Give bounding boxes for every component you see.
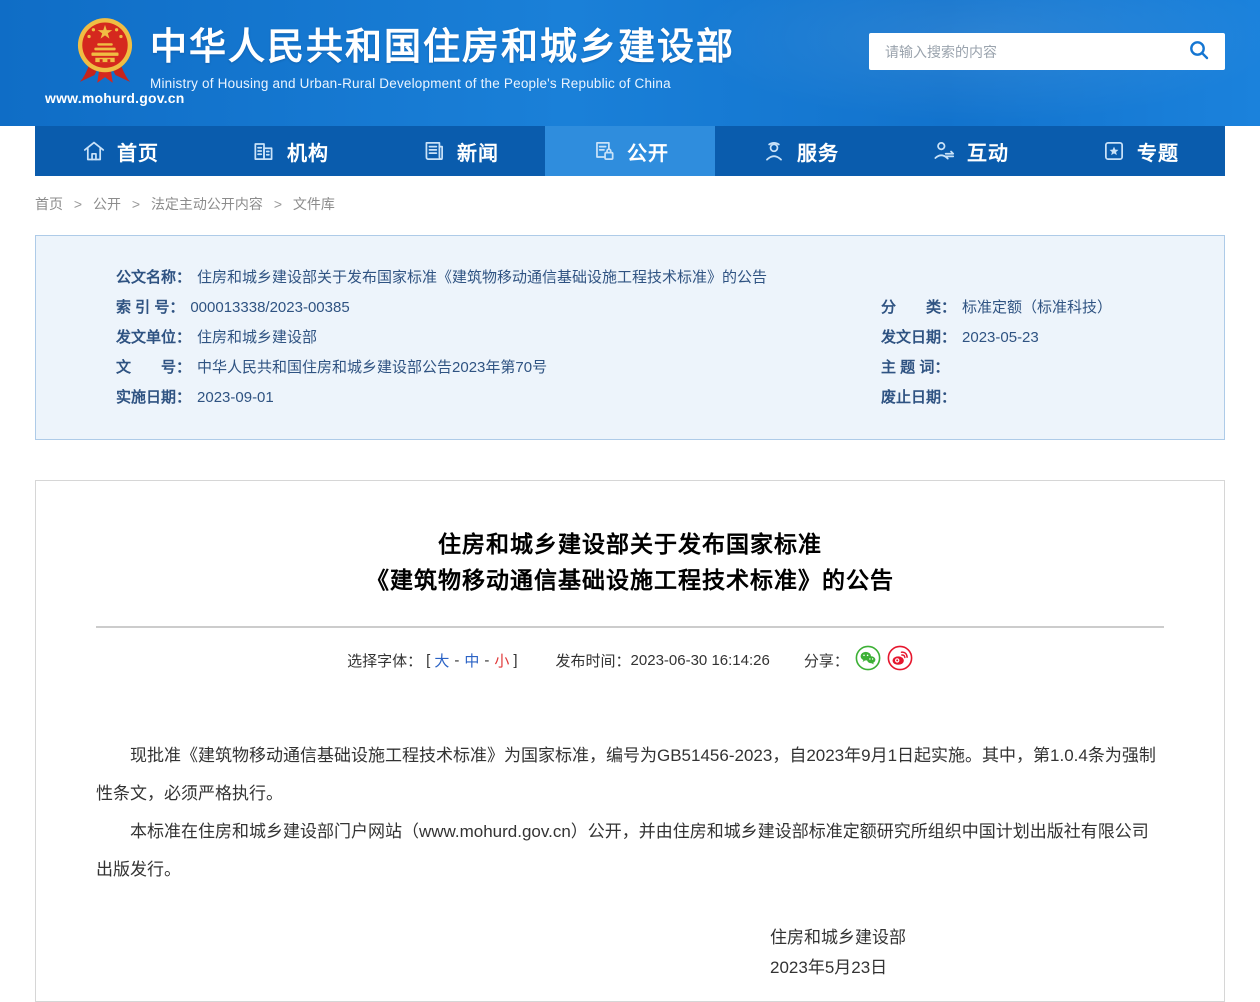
title-divider xyxy=(96,626,1164,628)
font-size-small-link[interactable]: 小 xyxy=(494,650,509,671)
nav-item-label: 新闻 xyxy=(457,137,499,166)
publish-time-label: 发布时间： xyxy=(556,650,631,671)
nav-item-label: 首页 xyxy=(117,137,159,166)
meta-row-issuing-unit: 发文单位： 住房和城乡建设部 xyxy=(116,323,881,353)
meta-value: 住房和城乡建设部关于发布国家标准《建筑物移动通信基础设施工程技术标准》的公告 xyxy=(197,269,767,286)
meta-row-subject-words: 主 题 词： xyxy=(881,353,1204,383)
home-icon xyxy=(81,138,107,164)
meta-label: 索 引 号： xyxy=(116,299,184,316)
logo-block: www.mohurd.gov.cn xyxy=(45,15,165,106)
search-button[interactable] xyxy=(1185,36,1213,67)
meta-label: 主 题 词： xyxy=(881,359,949,376)
breadcrumb-separator: > xyxy=(74,196,82,212)
article-panel: 住房和城乡建设部关于发布国家标准 《建筑物移动通信基础设施工程技术标准》的公告 … xyxy=(35,480,1225,1002)
breadcrumb-separator: > xyxy=(274,196,282,212)
nav-item-interaction[interactable]: 互动 xyxy=(885,126,1055,176)
breadcrumb-disclosure[interactable]: 公开 xyxy=(93,196,121,212)
nav-item-special[interactable]: 专题 xyxy=(1055,126,1225,176)
disclosure-icon xyxy=(591,138,617,164)
site-url: www.mohurd.gov.cn xyxy=(45,90,165,106)
nav-item-label: 公开 xyxy=(627,137,669,166)
weibo-icon xyxy=(887,645,913,675)
main-nav: 首页 机构 新闻 xyxy=(35,126,1225,176)
share-label: 分享： xyxy=(804,650,849,671)
article-paragraph: 现批准《建筑物移动通信基础设施工程技术标准》为国家标准，编号为GB51456-2… xyxy=(96,737,1164,813)
search-input[interactable] xyxy=(885,44,1185,60)
bracket-close: ] xyxy=(513,652,517,669)
article-body: 现批准《建筑物移动通信基础设施工程技术标准》为国家标准，编号为GB51456-2… xyxy=(96,737,1164,889)
breadcrumb-document-library[interactable]: 文件库 xyxy=(293,196,335,212)
nav-item-label: 专题 xyxy=(1137,137,1179,166)
site-header: www.mohurd.gov.cn 中华人民共和国住房和城乡建设部 Minist… xyxy=(0,0,1260,126)
signature-org: 住房和城乡建设部 xyxy=(770,923,906,953)
national-emblem-icon xyxy=(45,15,165,87)
meta-row-issue-date: 发文日期： 2023-05-23 xyxy=(881,323,1204,353)
meta-row-implementation-date: 实施日期： 2023-09-01 xyxy=(116,383,881,413)
interaction-icon xyxy=(931,138,957,164)
meta-value: 住房和城乡建设部 xyxy=(197,329,317,346)
meta-label: 实施日期： xyxy=(116,389,191,406)
signature-block: 住房和城乡建设部 2023年5月23日 xyxy=(96,923,1164,983)
article-title-line2: 《建筑物移动通信基础设施工程技术标准》的公告 xyxy=(366,567,894,593)
meta-row-category: 分 类： 标准定额（标准科技） xyxy=(881,293,1204,323)
site-search xyxy=(869,33,1225,70)
meta-row-document-number: 文 号： 中华人民共和国住房和城乡建设部公告2023年第70号 xyxy=(116,353,881,383)
nav-item-org[interactable]: 机构 xyxy=(205,126,375,176)
organization-icon xyxy=(251,138,277,164)
breadcrumb-statutory-content[interactable]: 法定主动公开内容 xyxy=(151,196,263,212)
meta-label: 文 号： xyxy=(116,359,191,376)
share-weibo-button[interactable] xyxy=(887,645,913,675)
document-meta-box: 公文名称： 住房和城乡建设部关于发布国家标准《建筑物移动通信基础设施工程技术标准》… xyxy=(35,235,1225,440)
meta-label: 发文日期： xyxy=(881,329,956,346)
meta-label: 分 类： xyxy=(881,299,956,316)
font-size-selector: 选择字体： [ 大 - 中 - 小 ] xyxy=(347,650,521,671)
site-title: 中华人民共和国住房和城乡建设部 xyxy=(150,24,735,70)
article-paragraph: 本标准在住房和城乡建设部门户网站（www.mohurd.gov.cn）公开，并由… xyxy=(96,813,1164,889)
meta-value: 标准定额（标准科技） xyxy=(962,299,1112,316)
font-size-medium-link[interactable]: 中 xyxy=(464,650,479,671)
meta-row-index-number: 索 引 号： 000013338/2023-00385 xyxy=(116,293,881,323)
breadcrumb: 首页 > 公开 > 法定主动公开内容 > 文件库 xyxy=(35,194,1225,214)
meta-row-title: 公文名称： 住房和城乡建设部关于发布国家标准《建筑物移动通信基础设施工程技术标准》… xyxy=(116,263,1204,293)
font-size-label: 选择字体： xyxy=(347,650,422,671)
meta-value: 2023-09-01 xyxy=(197,389,274,406)
share-wechat-button[interactable] xyxy=(855,645,881,675)
page: www.mohurd.gov.cn 中华人民共和国住房和城乡建设部 Minist… xyxy=(0,0,1260,1002)
nav-item-news[interactable]: 新闻 xyxy=(375,126,545,176)
meta-value: 2023-05-23 xyxy=(962,329,1039,346)
meta-row-repeal-date: 废止日期： xyxy=(881,383,1204,413)
service-icon xyxy=(761,138,787,164)
bracket-open: [ xyxy=(426,652,430,669)
article-title-line1: 住房和城乡建设部关于发布国家标准 xyxy=(438,531,822,557)
signature-date: 2023年5月23日 xyxy=(770,953,906,983)
meta-label: 废止日期： xyxy=(881,389,956,406)
nav-item-label: 互动 xyxy=(967,137,1009,166)
wechat-icon xyxy=(855,645,881,675)
site-subtitle: Ministry of Housing and Urban-Rural Deve… xyxy=(150,76,735,91)
article-title: 住房和城乡建设部关于发布国家标准 《建筑物移动通信基础设施工程技术标准》的公告 xyxy=(96,526,1164,598)
meta-label: 发文单位： xyxy=(116,329,191,346)
nav-item-label: 服务 xyxy=(797,137,839,166)
meta-label: 公文名称： xyxy=(116,269,191,286)
news-icon xyxy=(421,138,447,164)
breadcrumb-separator: > xyxy=(132,196,140,212)
meta-value: 000013338/2023-00385 xyxy=(190,299,349,316)
meta-value: 中华人民共和国住房和城乡建设部公告2023年第70号 xyxy=(197,359,547,376)
publish-time-value: 2023-06-30 16:14:26 xyxy=(631,652,770,669)
nav-item-service[interactable]: 服务 xyxy=(715,126,885,176)
font-size-separator: - xyxy=(484,652,489,669)
article-meta-bar: 选择字体： [ 大 - 中 - 小 ] 发布时间： 2023-06-30 16:… xyxy=(96,645,1164,675)
font-size-large-link[interactable]: 大 xyxy=(434,650,449,671)
nav-item-home[interactable]: 首页 xyxy=(35,126,205,176)
nav-item-disclosure[interactable]: 公开 xyxy=(545,126,715,176)
search-icon xyxy=(1187,38,1211,65)
special-topic-icon xyxy=(1101,138,1127,164)
breadcrumb-home[interactable]: 首页 xyxy=(35,196,63,212)
font-size-separator: - xyxy=(454,652,459,669)
nav-item-label: 机构 xyxy=(287,137,329,166)
